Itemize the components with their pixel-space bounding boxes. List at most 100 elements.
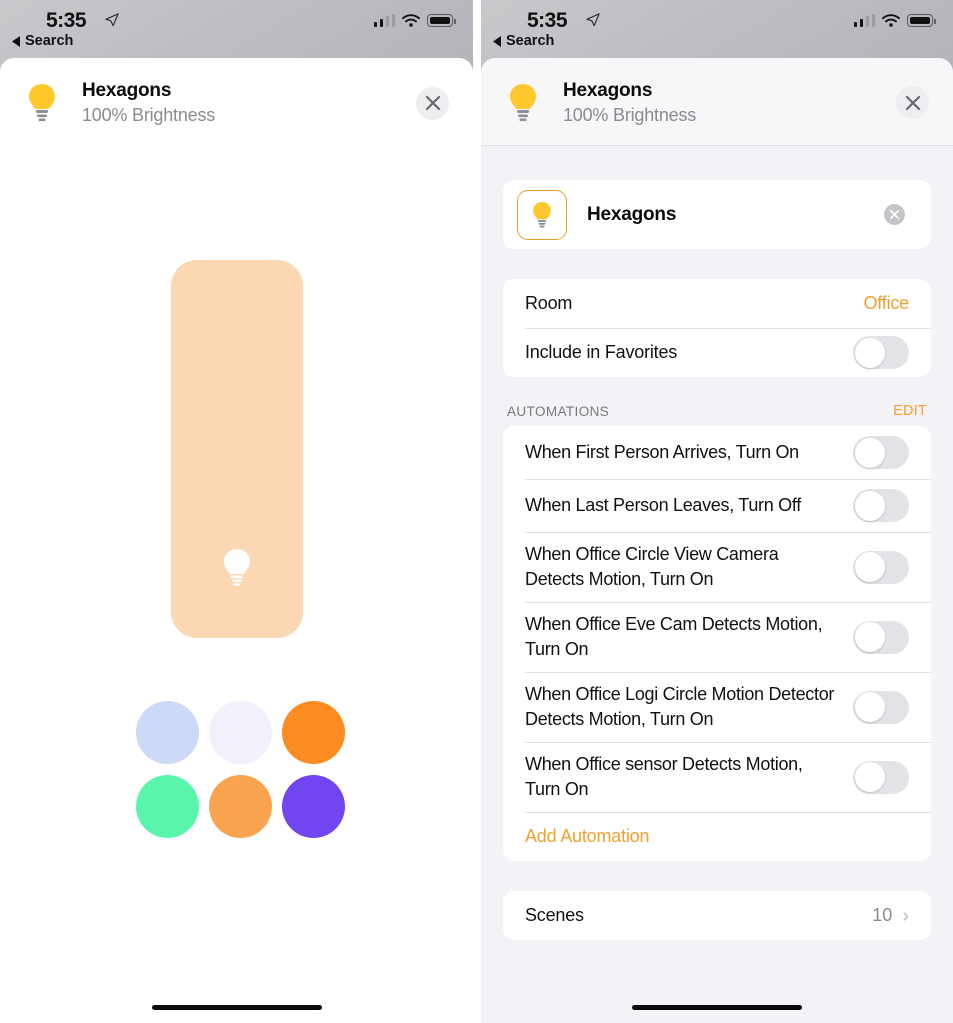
- accessory-sheet-header: Hexagons 100% Brightness: [0, 58, 473, 146]
- close-button[interactable]: [416, 86, 449, 120]
- accessory-name-card: Hexagons: [503, 180, 931, 249]
- clear-field-icon: [890, 210, 899, 219]
- status-time: 5:35: [46, 9, 87, 32]
- automation-toggle[interactable]: [853, 436, 909, 469]
- room-row[interactable]: Room Office: [503, 279, 931, 328]
- swatch-purple[interactable]: [277, 770, 350, 843]
- favorites-row[interactable]: Include in Favorites: [503, 328, 931, 377]
- back-label: Search: [506, 33, 555, 49]
- accessory-sheet-header-2: Hexagons 100% Brightness: [481, 58, 953, 146]
- accessory-name-row[interactable]: Hexagons: [503, 180, 931, 249]
- accessory-subtitle: 100% Brightness: [563, 104, 697, 125]
- toggle-knob: [854, 622, 885, 652]
- automation-toggle[interactable]: [853, 550, 909, 584]
- accessory-subtitle: 100% Brightness: [82, 105, 216, 125]
- accessory-header-text: Hexagons 100% Brightness: [82, 80, 416, 126]
- wifi-icon: [882, 14, 900, 27]
- cellular-signal-icon: [373, 13, 395, 27]
- automations-section-header: AUTOMATIONS EDIT: [481, 403, 953, 426]
- automation-toggle[interactable]: [853, 620, 909, 654]
- status-bar: 5:35 Search: [0, 0, 473, 58]
- battery-icon: [907, 14, 936, 27]
- automations-title: AUTOMATIONS: [507, 404, 610, 419]
- swatch-pale-blue[interactable]: [131, 696, 204, 769]
- right-phone-screen: 5:35 Search Hexagons 100% Brightness Hex…: [481, 0, 953, 1023]
- home-indicator: [632, 1005, 802, 1010]
- back-label: Search: [25, 33, 74, 49]
- toggle-knob: [854, 337, 885, 368]
- automation-row[interactable]: When Office Logi Circle Motion Detector …: [503, 672, 931, 742]
- accessory-icon-button[interactable]: [517, 189, 567, 240]
- home-indicator: [151, 1005, 322, 1010]
- swatch-orange[interactable]: [277, 696, 350, 769]
- favorites-label: Include in Favorites: [525, 342, 678, 362]
- favorites-toggle[interactable]: [853, 336, 909, 369]
- swatch-light-orange[interactable]: [204, 770, 277, 843]
- accessory-settings-list[interactable]: Hexagons Room Office Include in Favorite…: [481, 146, 953, 1023]
- scenes-card: Scenes 10 ›: [503, 891, 931, 940]
- location-arrow-icon: [105, 13, 119, 27]
- status-bar-2: 5:35 Search: [481, 0, 953, 58]
- brightness-slider[interactable]: [171, 260, 303, 638]
- status-indicators: [373, 13, 456, 27]
- back-to-search-button[interactable]: Search: [493, 33, 554, 49]
- accessory-details-card: Room Office Include in Favorites: [503, 279, 931, 377]
- automation-label: When First Person Arrives, Turn On: [525, 442, 799, 462]
- chevron-left-icon: [493, 35, 501, 47]
- automation-label: When Office Logi Circle Motion Detector …: [525, 684, 835, 729]
- scenes-count: 10: [872, 905, 893, 925]
- toggle-knob: [854, 552, 885, 582]
- chevron-left-icon: [12, 35, 20, 47]
- accessory-name-input[interactable]: Hexagons: [587, 204, 884, 226]
- close-icon: [905, 95, 920, 110]
- accessory-title: Hexagons: [82, 80, 172, 101]
- slider-lightbulb-icon: [221, 547, 253, 594]
- status-indicators-2: [853, 13, 936, 27]
- automation-toggle[interactable]: [853, 489, 909, 522]
- automation-label: When Last Person Leaves, Turn Off: [525, 495, 801, 515]
- back-to-search-button[interactable]: Search: [12, 33, 73, 49]
- toggle-knob: [854, 762, 885, 792]
- add-automation-row[interactable]: Add Automation: [503, 812, 931, 861]
- room-label: Room: [525, 293, 573, 313]
- automation-row[interactable]: When Office sensor Detects Motion, Turn …: [503, 742, 931, 812]
- swatch-near-white[interactable]: [204, 696, 277, 769]
- automations-card: When First Person Arrives, Turn On When …: [503, 426, 931, 861]
- status-time: 5:35: [527, 9, 568, 32]
- scenes-label: Scenes: [525, 905, 584, 925]
- toggle-knob: [854, 437, 885, 468]
- wifi-icon: [402, 14, 420, 27]
- automation-row[interactable]: When Office Circle View Camera Detects M…: [503, 532, 931, 602]
- automation-row[interactable]: When Office Eve Cam Detects Motion, Turn…: [503, 602, 931, 672]
- automation-row[interactable]: When First Person Arrives, Turn On: [503, 426, 931, 479]
- automation-label: When Office Circle View Camera Detects M…: [525, 544, 779, 589]
- automation-label: When Office sensor Detects Motion, Turn …: [525, 754, 803, 799]
- left-phone-screen: 5:35 Search Hexagons 100% Brightness: [0, 0, 473, 1023]
- swatch-mint-green[interactable]: [131, 770, 204, 843]
- chevron-right-icon: ›: [902, 904, 909, 927]
- add-automation-label: Add Automation: [525, 826, 650, 846]
- edit-automations-button[interactable]: EDIT: [893, 403, 927, 419]
- close-icon: [425, 95, 440, 111]
- lightbulb-icon: [14, 82, 70, 124]
- scenes-row[interactable]: Scenes 10 ›: [503, 891, 931, 940]
- lightbulb-icon: [495, 82, 551, 124]
- accessory-title: Hexagons: [563, 79, 653, 101]
- automation-toggle[interactable]: [853, 690, 909, 724]
- lightbulb-icon: [533, 201, 551, 227]
- color-swatch-grid: [131, 696, 350, 843]
- automation-row[interactable]: When Last Person Leaves, Turn Off: [503, 479, 931, 532]
- automation-label: When Office Eve Cam Detects Motion, Turn…: [525, 614, 823, 659]
- location-arrow-icon: [586, 13, 600, 27]
- close-button[interactable]: [896, 86, 929, 119]
- toggle-knob: [854, 490, 885, 521]
- accessory-header-text-2: Hexagons 100% Brightness: [563, 80, 896, 126]
- battery-icon: [427, 14, 456, 27]
- toggle-knob: [854, 692, 885, 722]
- room-value: Office: [863, 293, 910, 313]
- brightness-control-area: [0, 146, 473, 1023]
- clear-field-button[interactable]: [884, 204, 905, 225]
- dual-screenshot: 5:35 Search Hexagons 100% Brightness 5:3…: [0, 0, 953, 1023]
- screen-divider: [473, 0, 481, 1023]
- automation-toggle[interactable]: [853, 760, 909, 794]
